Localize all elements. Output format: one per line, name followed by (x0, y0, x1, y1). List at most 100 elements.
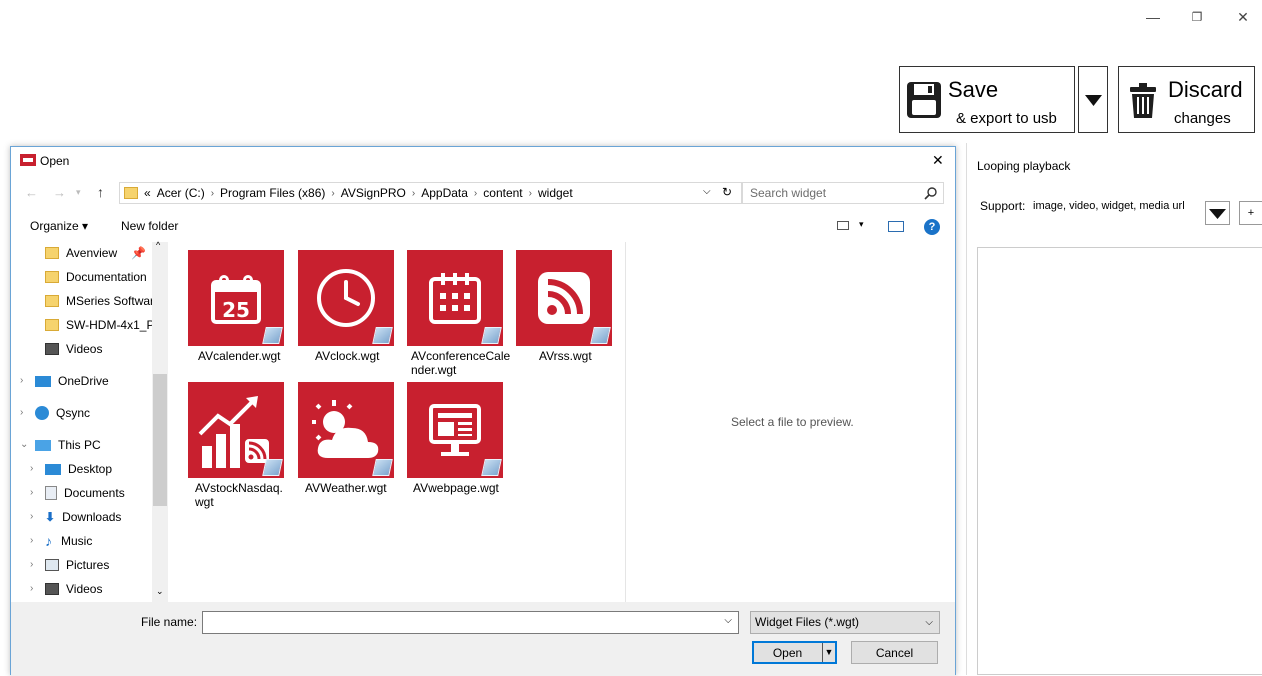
breadcrumb-item[interactable]: content (483, 186, 522, 200)
help-icon[interactable]: ? (924, 219, 940, 235)
video-folder-icon (45, 583, 59, 595)
nav-item[interactable]: Documents (45, 482, 125, 504)
downloads-icon: ⬇ (45, 510, 56, 524)
nav-label: This PC (58, 438, 101, 452)
scroll-down-icon[interactable]: ⌄ (156, 586, 164, 597)
nav-item-onedrive[interactable]: OneDrive (35, 370, 109, 392)
video-folder-icon (45, 343, 59, 355)
file-name: AVstockNasdaq.wgt (195, 481, 283, 509)
scroll-thumb[interactable] (153, 374, 167, 506)
file-name-dropdown-icon[interactable]: ⌵ (724, 615, 732, 626)
support-label: Support: (980, 199, 1026, 213)
breadcrumb-item[interactable]: AVSignPRO (341, 186, 406, 200)
navigation-pane: Avenview 📌 Documentation MSeries Softwar … (11, 242, 171, 602)
up-arrow-icon[interactable]: ↑ (97, 184, 104, 200)
file-type-select[interactable]: Widget Files (*.wgt) ⌵ (750, 611, 940, 634)
recent-dropdown-icon[interactable]: ▾ (76, 187, 81, 198)
nav-item[interactable]: MSeries Softwar (45, 290, 154, 312)
close-button[interactable]: ✕ (1228, 6, 1258, 28)
discard-button[interactable]: Discard changes (1118, 66, 1255, 133)
breadcrumb-item[interactable]: AppData (421, 186, 468, 200)
search-input[interactable]: Search widget (742, 182, 944, 204)
floppy-disk-icon (907, 82, 941, 118)
file-type-dropdown-icon[interactable]: ⌵ (925, 612, 933, 633)
panel-title: Looping playback (977, 159, 1071, 173)
expand-chevron-icon[interactable]: › (30, 463, 33, 474)
nav-label: Pictures (66, 558, 110, 572)
organize-menu[interactable]: Organize ▾ (30, 219, 88, 233)
breadcrumb-item[interactable]: widget (538, 186, 573, 200)
save-button[interactable]: Save & export to usb (899, 66, 1075, 133)
view-options-icon[interactable] (837, 221, 849, 230)
clock-icon (298, 250, 394, 346)
nav-item[interactable]: ⬇ Downloads (45, 506, 121, 528)
save-subtitle: & export to usb (956, 110, 1057, 127)
documents-icon (45, 486, 57, 500)
open-dropdown-icon[interactable]: ▼ (822, 643, 835, 662)
add-button[interactable]: + (1239, 201, 1262, 225)
back-arrow-icon[interactable]: ← (25, 185, 38, 200)
view-dropdown-icon[interactable]: ▾ (859, 219, 864, 230)
refresh-icon[interactable]: ↻ (722, 185, 732, 199)
nav-item[interactable]: ♪ Music (45, 530, 92, 552)
new-folder-button[interactable]: New folder (121, 219, 178, 233)
scroll-up-icon[interactable]: ^ (156, 240, 160, 250)
file-type-value: Widget Files (*.wgt) (755, 615, 860, 629)
expand-chevron-icon[interactable]: › (30, 583, 33, 594)
nav-item-qsync[interactable]: Qsync (35, 402, 90, 424)
breadcrumb-item[interactable]: Program Files (x86) (220, 186, 325, 200)
download-folder-icon (45, 247, 59, 259)
expand-chevron-icon[interactable]: › (30, 511, 33, 522)
breadcrumb-item[interactable]: Acer (C:) (157, 186, 205, 200)
pictures-icon (45, 559, 59, 571)
expand-chevron-icon[interactable]: › (30, 559, 33, 570)
file-name: AVconferenceCalender.wgt (411, 349, 511, 377)
nav-item[interactable]: Videos (45, 578, 102, 600)
nav-item[interactable]: Videos (45, 338, 102, 360)
cancel-button[interactable]: Cancel (851, 641, 938, 664)
nav-item-this-pc[interactable]: This PC (35, 434, 101, 456)
file-name: AVrss.wgt (539, 349, 592, 363)
expand-chevron-icon[interactable]: › (20, 407, 23, 418)
expand-chevron-icon[interactable]: › (20, 375, 23, 386)
nav-label: OneDrive (58, 374, 109, 388)
nav-label: Documentation (66, 270, 147, 284)
nav-label: Desktop (68, 462, 113, 476)
address-dropdown-icon[interactable]: ⌵ (703, 186, 711, 197)
nav-item[interactable]: Desktop (45, 458, 112, 480)
file-name-input[interactable]: ⌵ (202, 611, 739, 634)
nav-scrollbar[interactable]: ^ ⌄ (152, 240, 168, 602)
breadcrumb-separator-icon[interactable]: › (474, 188, 477, 199)
nav-label: Music (61, 534, 93, 548)
nav-label: Videos (66, 582, 103, 596)
save-options-dropdown[interactable] (1078, 66, 1108, 133)
breadcrumb-separator-icon[interactable]: › (331, 188, 334, 199)
sync-icon (35, 406, 49, 420)
file-name: AVclock.wgt (315, 349, 380, 363)
nav-item[interactable]: Avenview 📌 (45, 242, 146, 264)
preview-pane-icon[interactable] (888, 221, 904, 232)
expand-chevron-icon[interactable]: › (30, 487, 33, 498)
nav-item[interactable]: Pictures (45, 554, 109, 576)
playlist-panel: Looping playback Support: image, video, … (966, 143, 1262, 675)
svg-text:25: 25 (222, 298, 250, 322)
collapse-chevron-icon[interactable]: ⌄ (20, 439, 28, 450)
forward-arrow-icon[interactable]: → (53, 185, 66, 200)
breadcrumb-separator-icon[interactable]: › (529, 188, 532, 199)
minimize-button[interactable]: — (1138, 6, 1168, 28)
playlist-list[interactable] (977, 247, 1262, 675)
file-name: AVwebpage.wgt (413, 481, 499, 495)
breadcrumb-separator-icon[interactable]: › (211, 188, 214, 199)
conference-calendar-icon (407, 250, 503, 346)
breadcrumb-separator-icon[interactable]: › (412, 188, 415, 199)
nav-item[interactable]: SW-HDM-4x1_P (45, 314, 154, 336)
open-button[interactable]: Open ▼ (752, 641, 837, 664)
caret-down-icon (1085, 95, 1102, 106)
restore-button[interactable]: ❐ (1182, 6, 1212, 28)
expand-chevron-icon[interactable]: › (30, 535, 33, 546)
support-dropdown[interactable] (1205, 201, 1230, 225)
address-bar[interactable]: « Acer (C:) › Program Files (x86) › AVSi… (119, 182, 742, 204)
breadcrumb-overflow[interactable]: « (144, 186, 151, 200)
nav-item[interactable]: Documentation (45, 266, 147, 288)
dialog-close-button[interactable]: ✕ (932, 152, 944, 169)
